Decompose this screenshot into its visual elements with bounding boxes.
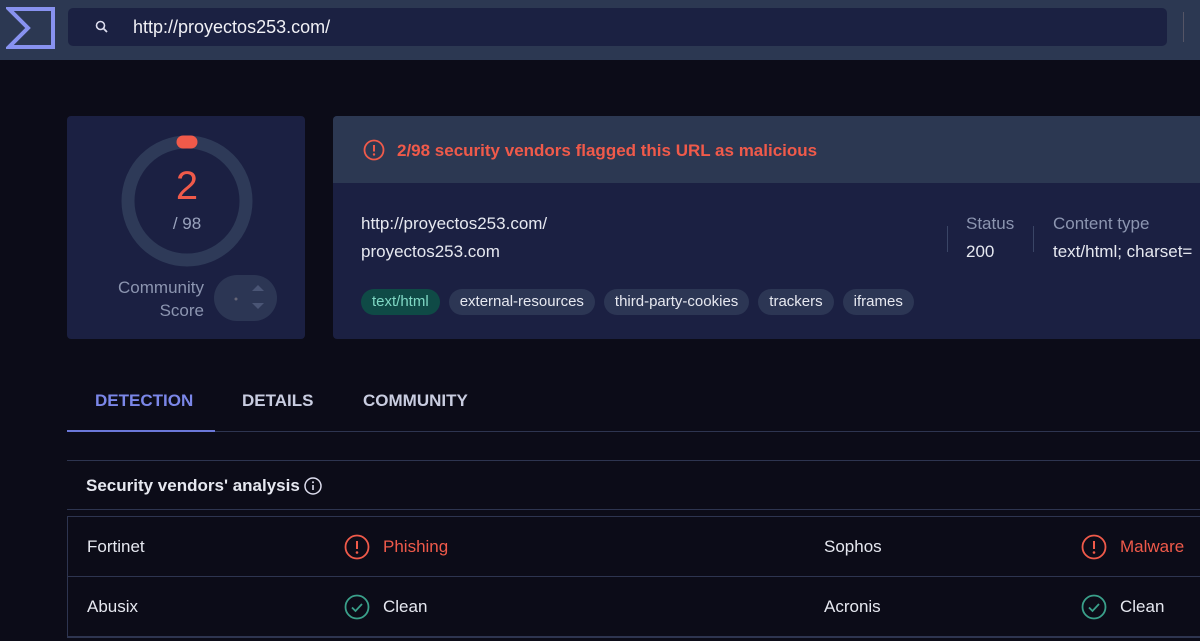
tag[interactable]: third-party-cookies [603, 289, 750, 315]
vendor-result: Clean [1120, 597, 1165, 616]
vendor-result: Phishing [383, 537, 449, 556]
score-label: Score [159, 301, 204, 320]
search-bar[interactable]: http://proyectos253.com/ [68, 8, 1167, 46]
content-type-value: text/html; charset= [1053, 242, 1193, 261]
section-header: Security vendors' analysis [67, 460, 1200, 510]
status-label: Status [966, 214, 1015, 233]
table-row: Abusix Clean Acronis Clean [68, 577, 1200, 637]
tab-details[interactable]: DETAILS [242, 391, 313, 411]
scanned-domain[interactable]: proyectos253.com [361, 242, 500, 262]
tag[interactable]: external-resources [448, 289, 595, 315]
divider [947, 226, 948, 252]
divider [1033, 226, 1034, 252]
vendor-name: Abusix [87, 597, 139, 616]
active-tab-indicator [67, 430, 215, 432]
section-title: Security vendors' analysis [86, 476, 300, 495]
warning-icon [363, 139, 385, 161]
vote-arrows-icon[interactable] [214, 275, 277, 321]
scanned-url[interactable]: http://proyectos253.com/ [361, 214, 547, 234]
check-circle-icon [1081, 594, 1107, 620]
vendor-total: / 98 [172, 214, 202, 233]
tag[interactable]: text/html [361, 289, 440, 315]
community-label: Community [118, 278, 204, 297]
tag-list: text/html external-resources third-party… [361, 289, 914, 315]
status-value: 200 [966, 242, 995, 261]
vendor-table: Fortinet Phishing Sophos Malware Abusix … [67, 516, 1200, 638]
vendor-result: Clean [383, 597, 428, 616]
top-bar: http://proyectos253.com/ [0, 0, 1200, 60]
tab-community[interactable]: COMMUNITY [363, 391, 468, 411]
tag[interactable]: trackers [758, 289, 834, 315]
search-input[interactable]: http://proyectos253.com/ [133, 17, 330, 38]
url-summary-panel: 2/98 security vendors flagged this URL a… [333, 116, 1200, 339]
check-circle-icon [344, 594, 370, 620]
detection-count: 2 [175, 164, 199, 208]
info-icon[interactable] [304, 477, 322, 495]
search-icon [95, 20, 108, 33]
table-row: Fortinet Phishing Sophos Malware [68, 517, 1200, 577]
malicious-message: 2/98 security vendors flagged this URL a… [397, 141, 818, 160]
tag[interactable]: iframes [842, 289, 914, 315]
vendor-name: Fortinet [87, 537, 145, 556]
community-vote-widget[interactable] [214, 275, 277, 321]
vendor-result: Malware [1120, 537, 1185, 556]
divider [1183, 12, 1184, 42]
tab-detection[interactable]: DETECTION [95, 391, 193, 411]
vendor-name: Sophos [824, 537, 882, 556]
warning-icon [1081, 534, 1107, 560]
warning-icon [344, 534, 370, 560]
malicious-banner: 2/98 security vendors flagged this URL a… [333, 116, 1200, 183]
vendor-name: Acronis [824, 597, 881, 616]
detection-score-card: 2 / 98 Community Score [67, 116, 305, 339]
community-score-label: Community Score [87, 276, 204, 322]
content-type-label: Content type [1053, 214, 1150, 233]
tab-bar: DETECTION DETAILS COMMUNITY [67, 378, 1200, 432]
virustotal-logo-icon[interactable] [6, 6, 56, 50]
